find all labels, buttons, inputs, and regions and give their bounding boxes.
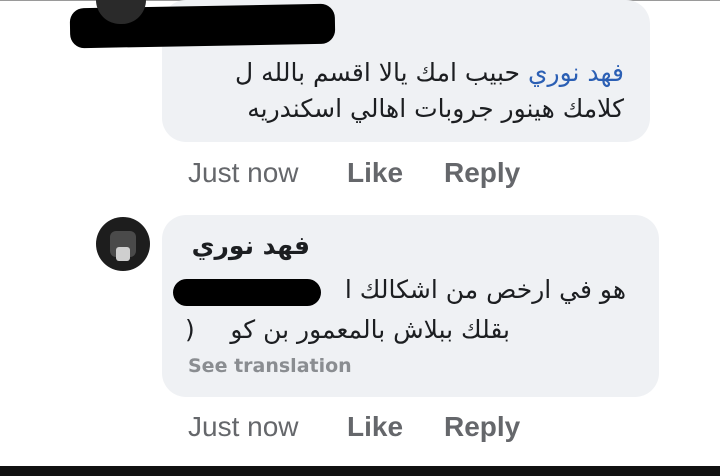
comment-2-author[interactable]: فهد نوري xyxy=(192,231,310,260)
avatar-2-detail xyxy=(116,247,130,261)
comment-1-line-2: كلامك هينور جروبات اهالي اسكندريه xyxy=(247,94,624,123)
comment-1-reply-button[interactable]: Reply xyxy=(444,157,520,189)
comment-2-line-1: هو في ارخص من اشكالك ا xyxy=(344,275,626,304)
avatar-2[interactable] xyxy=(96,217,150,271)
comment-1-text-1: حبيب امك يالا اقسم بالله ل xyxy=(235,58,520,87)
comment-2-line-2-end: ( xyxy=(185,315,195,344)
redaction-mark-comment-2 xyxy=(173,279,321,306)
comment-2-like-button[interactable]: Like xyxy=(347,411,403,443)
comment-2-reply-button[interactable]: Reply xyxy=(444,411,520,443)
comment-2-timestamp: Just now xyxy=(188,411,299,442)
comment-1-like-button[interactable]: Like xyxy=(347,157,403,189)
mention-link[interactable]: فهد نوري xyxy=(528,58,624,87)
comment-1-timestamp: Just now xyxy=(188,157,299,188)
comment-2-line-2: بقلك ببلاش بالمعمور بن كو xyxy=(230,315,510,344)
comment-1-line-1: فهد نوري حبيب امك يالا اقسم بالله ل xyxy=(235,58,624,87)
bottom-bar xyxy=(0,466,720,476)
see-translation-link[interactable]: See translation xyxy=(188,355,352,377)
